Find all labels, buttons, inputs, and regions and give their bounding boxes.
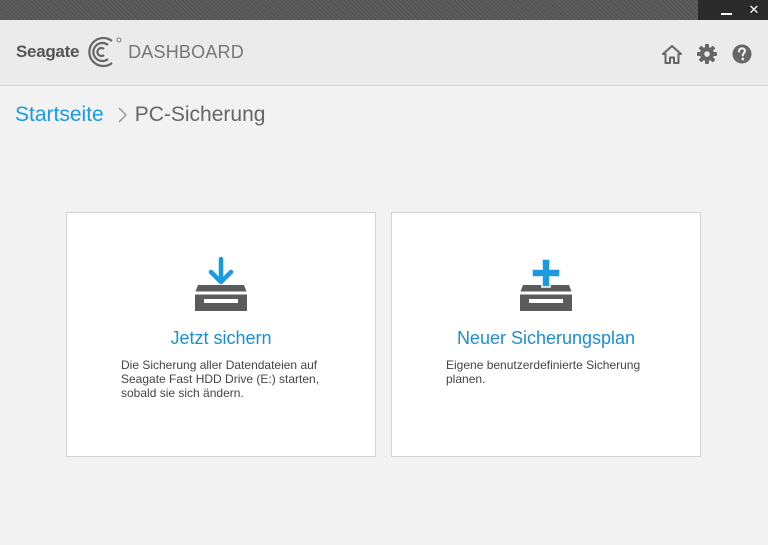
close-button[interactable]: ✕ xyxy=(740,0,768,20)
home-button[interactable] xyxy=(660,42,684,66)
backup-now-card[interactable]: Jetzt sichern Die Sicherung aller Datend… xyxy=(66,212,376,457)
logo-product: DASHBOARD xyxy=(128,41,244,62)
breadcrumb: Startseite PC-Sicherung xyxy=(15,103,265,127)
new-backup-plan-card[interactable]: Neuer Sicherungsplan Eigene benutzerdefi… xyxy=(391,212,701,457)
app-header: Seagate DASHBOARD xyxy=(0,20,768,86)
help-button[interactable] xyxy=(730,42,754,66)
backup-now-description: Die Sicherung aller Datendateien auf Sea… xyxy=(121,358,320,400)
gear-icon xyxy=(697,44,717,64)
help-icon xyxy=(732,44,752,64)
header-icons xyxy=(649,42,754,66)
minimize-button[interactable] xyxy=(712,0,740,20)
breadcrumb-current: PC-Sicherung xyxy=(134,103,266,126)
settings-button[interactable] xyxy=(695,42,719,66)
new-backup-plan-title: Neuer Sicherungsplan xyxy=(456,328,636,348)
breadcrumb-home-link[interactable]: Startseite xyxy=(15,103,104,127)
backup-now-title: Jetzt sichern xyxy=(170,328,272,348)
seagate-swirl-icon xyxy=(88,36,122,68)
drive-download-icon xyxy=(67,255,375,313)
minimize-icon xyxy=(720,13,732,15)
drive-add-icon xyxy=(392,255,700,313)
window-controls: ✕ xyxy=(698,0,768,20)
logo-brand: Seagate xyxy=(16,42,80,61)
seagate-logo: Seagate DASHBOARD xyxy=(16,34,244,70)
chevron-right-icon xyxy=(118,107,127,123)
home-icon xyxy=(662,44,682,64)
title-bar: ✕ xyxy=(0,0,768,20)
new-backup-plan-description: Eigene benutzerdefinierte Sicherung plan… xyxy=(446,358,641,386)
